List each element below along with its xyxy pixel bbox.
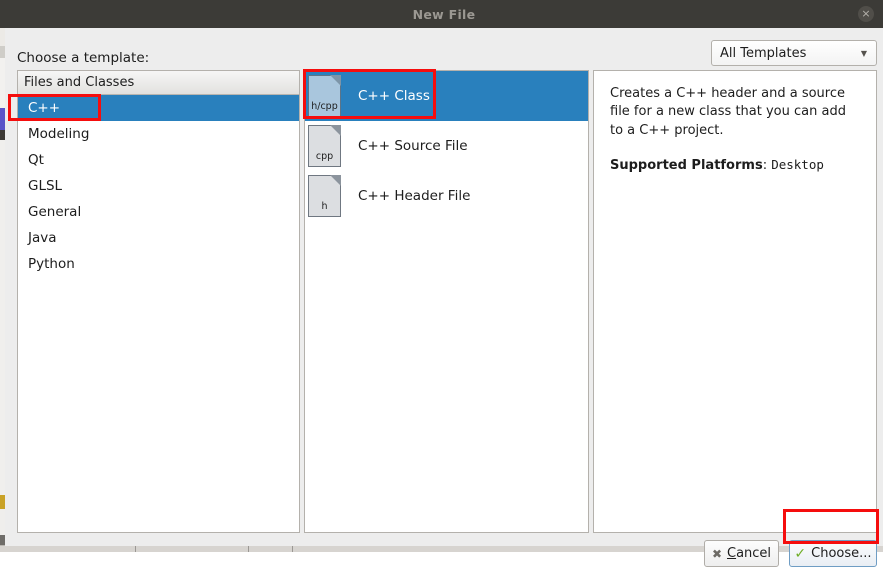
categories-panel: Files and Classes C++ Modeling Qt GLSL G… <box>17 70 300 533</box>
file-icon-extension: h/cpp <box>311 101 338 112</box>
category-item-cpp[interactable]: C++ <box>18 95 299 121</box>
cancel-label-rest: ancel <box>736 546 772 561</box>
template-filter-value: All Templates <box>720 45 807 61</box>
file-cpp-icon: cpp <box>308 125 341 167</box>
description-panel: Creates a C++ header and a source file f… <box>593 70 877 533</box>
choose-template-label: Choose a template: <box>17 50 150 66</box>
category-item-glsl[interactable]: GLSL <box>18 173 299 199</box>
cancel-button[interactable]: ✖ Cancel <box>704 540 779 567</box>
template-item-cpp-header-file[interactable]: h C++ Header File <box>305 171 588 221</box>
supported-platforms-separator: : <box>762 158 772 174</box>
category-label: C++ <box>28 100 61 116</box>
category-item-qt[interactable]: Qt <box>18 147 299 173</box>
category-label: GLSL <box>28 178 63 194</box>
cross-icon: ✖ <box>711 546 722 561</box>
category-item-general[interactable]: General <box>18 199 299 225</box>
file-icon-extension: cpp <box>315 151 334 162</box>
category-item-java[interactable]: Java <box>18 225 299 251</box>
dialog-title: New File <box>412 6 476 22</box>
categories-header: Files and Classes <box>18 71 299 95</box>
file-h-icon: h <box>308 175 341 217</box>
template-item-cpp-class[interactable]: h/cpp C++ Class <box>305 71 588 121</box>
cancel-button-label: Cancel <box>727 546 771 561</box>
description-text: Creates a C++ header and a source file f… <box>610 86 846 138</box>
new-file-dialog: New File × Choose a template: All Templa… <box>5 0 883 567</box>
templates-panel: h/cpp C++ Class cpp C++ Source File h C+… <box>304 70 589 533</box>
choose-button[interactable]: ✓ Choose... <box>789 540 877 567</box>
chevron-down-icon: ▼ <box>860 48 868 58</box>
supported-platforms-label: Supported Platforms <box>610 158 763 174</box>
category-label: Java <box>28 230 57 246</box>
file-hcpp-icon: h/cpp <box>308 75 341 117</box>
close-icon[interactable]: × <box>858 6 874 22</box>
template-label: C++ Source File <box>358 138 468 154</box>
checkmark-icon: ✓ <box>794 545 807 562</box>
category-label: Qt <box>28 152 44 168</box>
description-content: Creates a C++ header and a source file f… <box>594 71 876 190</box>
dialog-body: Choose a template: All Templates ▼ Files… <box>5 28 883 567</box>
category-label: Modeling <box>28 126 90 142</box>
template-label: C++ Class <box>358 88 430 104</box>
category-item-modeling[interactable]: Modeling <box>18 121 299 147</box>
template-filter-dropdown[interactable]: All Templates ▼ <box>711 40 877 66</box>
category-label: General <box>28 204 82 220</box>
choose-button-label: Choose... <box>811 546 872 561</box>
cancel-accel-letter: C <box>727 546 737 561</box>
dialog-titlebar: New File × <box>5 0 883 28</box>
category-item-python[interactable]: Python <box>18 251 299 277</box>
supported-platforms-value: Desktop <box>771 157 824 173</box>
category-label: Python <box>28 256 75 272</box>
template-item-cpp-source-file[interactable]: cpp C++ Source File <box>305 121 588 171</box>
file-icon-extension: h <box>321 201 328 212</box>
supported-platforms-row: Supported Platforms: Desktop <box>610 156 860 175</box>
template-label: C++ Header File <box>358 188 471 204</box>
